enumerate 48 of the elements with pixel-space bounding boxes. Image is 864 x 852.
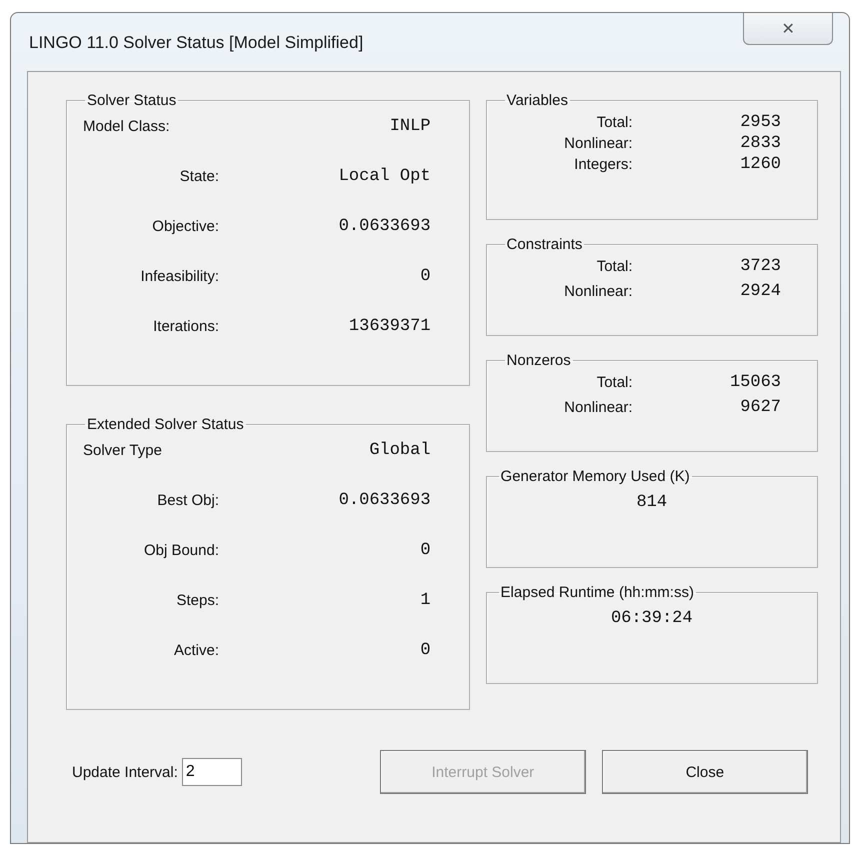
field-label: State: <box>178 168 219 185</box>
field-value: 814 <box>635 493 668 512</box>
field-label: Best Obj: <box>156 492 219 509</box>
field-label: Total: <box>596 374 633 391</box>
field-value: 9627 <box>739 398 781 417</box>
field-value: Global <box>368 441 431 460</box>
group-title: Elapsed Runtime (hh:mm:ss) <box>500 584 695 601</box>
field-value: 06:39:24 <box>610 609 694 628</box>
field-label: Nonlinear: <box>563 135 633 152</box>
group-title: Constraints <box>506 236 584 253</box>
update-interval-label: Update Interval: <box>72 764 178 780</box>
field-value: 0 <box>419 267 431 286</box>
group-title: Nonzeros <box>506 352 572 369</box>
window-title: LINGO 11.0 Solver Status [Model Simplified] <box>29 33 364 53</box>
update-interval-field[interactable]: 2 <box>182 758 242 786</box>
field-label: Model Class: <box>83 118 171 135</box>
field-value: 0 <box>419 641 431 660</box>
field-value: 15063 <box>728 373 781 392</box>
field-label: Total: <box>596 258 633 275</box>
field-label: Iterations: <box>152 318 219 335</box>
field-label: Steps: <box>175 592 219 609</box>
group-title: Variables <box>506 92 569 109</box>
group-title: Solver Status <box>86 92 178 109</box>
field-value: 0 <box>419 541 431 560</box>
field-value: 2953 <box>739 113 781 132</box>
field-label: Obj Bound: <box>142 542 219 559</box>
field-label: Solver Type <box>83 442 163 459</box>
field-label: Infeasibility: <box>140 268 219 285</box>
field-label: Active: <box>172 642 219 659</box>
field-value: 3723 <box>739 257 781 276</box>
field-value: 2833 <box>739 134 781 153</box>
field-label: Integers: <box>573 156 633 173</box>
field-value: Local Opt <box>338 167 431 186</box>
field-value: 2924 <box>739 282 781 301</box>
field-label: Objective: <box>151 218 219 235</box>
group-title: Extended Solver Status <box>86 416 245 433</box>
field-value: INLP <box>388 117 431 136</box>
field-label: Nonlinear: <box>563 283 633 300</box>
field-value: 1 <box>419 591 431 610</box>
field-value: 0.0633693 <box>338 491 431 510</box>
field-label: Nonlinear: <box>563 399 633 416</box>
close-button[interactable]: ✕ <box>743 13 833 45</box>
close-dialog-button[interactable]: Close <box>602 750 808 794</box>
field-label: Total: <box>596 114 633 131</box>
field-value: 0.0633693 <box>338 217 431 236</box>
field-value: 13639371 <box>348 317 431 336</box>
group-title: Generator Memory Used (K) <box>500 468 691 485</box>
field-value: 1260 <box>739 155 781 174</box>
